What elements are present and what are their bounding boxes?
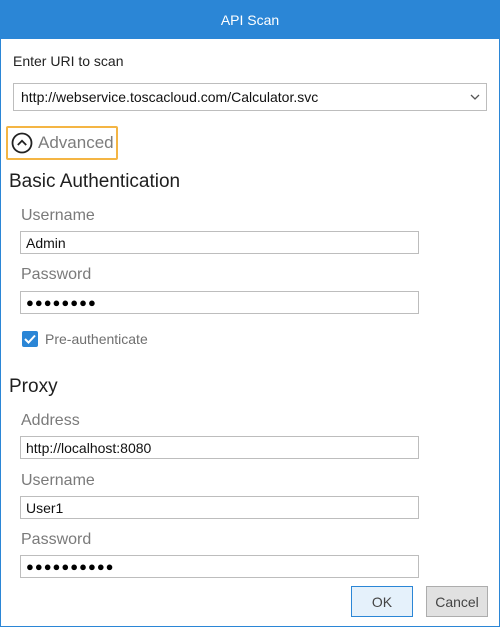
proxy-username-label: Username: [21, 472, 95, 489]
basic-auth-heading: Basic Authentication: [9, 171, 181, 192]
proxy-password-label: Password: [21, 531, 92, 548]
basic-username-input[interactable]: Admin: [20, 231, 419, 254]
window-title: API Scan: [220, 12, 280, 28]
api-scan-dialog: API Scan Enter URI to scan http://webser…: [0, 0, 500, 627]
basic-password-label: Password: [21, 266, 92, 283]
proxy-address-input[interactable]: http://localhost:8080: [20, 436, 419, 459]
preauth-checkbox[interactable]: [22, 331, 38, 347]
proxy-password-input[interactable]: ●●●●●●●●●●: [20, 555, 419, 578]
uri-label: Enter URI to scan: [13, 53, 124, 69]
uri-value[interactable]: http://webservice.toscacloud.com/Calcula…: [14, 89, 464, 105]
proxy-heading: Proxy: [9, 376, 58, 397]
basic-username-label: Username: [21, 207, 95, 224]
checkmark-icon: [24, 334, 36, 344]
advanced-label: Advanced: [38, 133, 114, 152]
uri-combobox[interactable]: http://webservice.toscacloud.com/Calcula…: [13, 83, 487, 111]
chevron-down-icon[interactable]: [464, 94, 486, 100]
preauth-row[interactable]: Pre-authenticate: [22, 329, 148, 349]
preauth-label[interactable]: Pre-authenticate: [45, 331, 148, 347]
chevron-up-circle-icon: [11, 132, 33, 154]
ok-button[interactable]: OK: [351, 586, 413, 617]
basic-password-input[interactable]: ●●●●●●●●: [20, 291, 419, 314]
advanced-toggle[interactable]: Advanced: [6, 126, 118, 160]
title-bar: API Scan: [1, 1, 499, 39]
cancel-button[interactable]: Cancel: [426, 586, 488, 617]
proxy-username-input[interactable]: User1: [20, 496, 419, 519]
proxy-address-label: Address: [21, 412, 80, 429]
